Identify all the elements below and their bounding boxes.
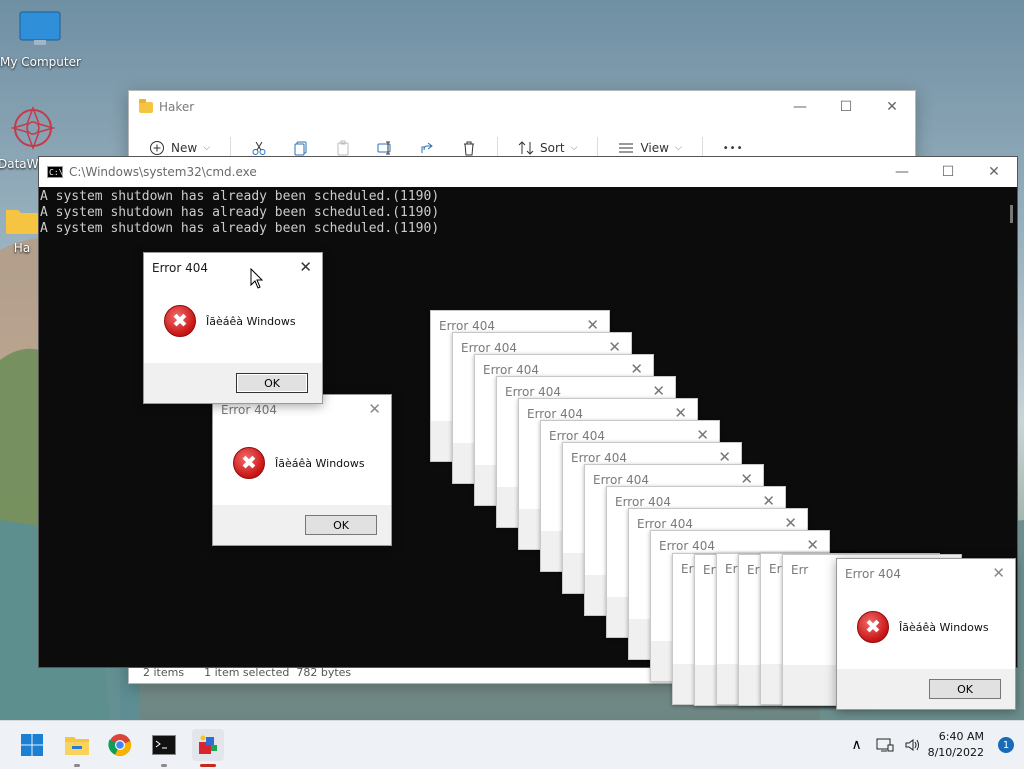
desktop-icon-my-computer[interactable]: My Computer <box>0 10 81 69</box>
notification-badge[interactable]: 1 <box>998 737 1014 753</box>
dialog-title: Error 404 <box>659 539 715 553</box>
network-icon[interactable] <box>872 737 898 753</box>
error-icon: ✖ <box>164 305 196 337</box>
dialog-message: Îãèáêà Windows <box>899 620 989 634</box>
desktop-icon-label: My Computer <box>0 55 81 69</box>
dialog-title: Error 404 <box>549 429 605 443</box>
console-line: A system shutdown has already been sched… <box>40 205 440 220</box>
console-line: A system shutdown has already been sched… <box>40 221 440 236</box>
clock-date: 8/10/2022 <box>927 746 984 759</box>
mandala-icon <box>10 105 56 151</box>
sort-icon <box>518 141 534 155</box>
dialog-title: Error 404 <box>483 363 539 377</box>
dialog-title: Error 404 <box>637 517 693 531</box>
close-button[interactable]: ✕ <box>869 91 915 123</box>
scrollbar-thumb[interactable] <box>1010 205 1013 223</box>
clock-time: 6:40 AM <box>938 730 984 743</box>
close-icon[interactable]: ✕ <box>299 258 312 276</box>
dialog-title: Error 404 <box>593 473 649 487</box>
error-dialog-active[interactable]: Error 404 ✕ ✖ Îãèáêà Windows OK <box>143 252 323 404</box>
plus-circle-icon <box>150 141 164 155</box>
view-list-icon <box>619 143 634 153</box>
folder-icon <box>139 98 153 113</box>
dialog-title: Error 404 <box>527 407 583 421</box>
more-icon: ••• <box>722 142 744 154</box>
share-icon <box>421 142 433 153</box>
minimize-button[interactable]: — <box>777 91 823 123</box>
explorer-title: Haker <box>159 100 195 114</box>
view-label: View <box>640 141 669 155</box>
terminal-icon <box>152 735 176 755</box>
taskbar-file-explorer[interactable] <box>61 729 93 767</box>
dialog-title: Error 404 <box>615 495 671 509</box>
desktop-icon-label: Ha <box>13 241 31 255</box>
close-icon[interactable]: ✕ <box>806 536 819 554</box>
scissors-icon <box>252 141 266 155</box>
paste-icon <box>337 140 349 156</box>
monitor-icon <box>19 11 61 48</box>
error-icon: ✖ <box>857 611 889 643</box>
dialog-title: Error 404 <box>439 319 495 333</box>
explorer-titlebar[interactable]: Haker — ☐ ✕ <box>129 91 915 123</box>
close-icon[interactable]: ✕ <box>992 564 1005 582</box>
terminal-icon: C:\_ <box>47 166 69 178</box>
sort-label: Sort <box>540 141 565 155</box>
rename-icon <box>377 141 391 155</box>
running-indicator <box>74 764 80 767</box>
volume-icon[interactable] <box>900 737 926 753</box>
network-monitor-icon <box>876 738 894 752</box>
dialog-title: Error 404 <box>221 403 277 417</box>
close-icon[interactable]: ✕ <box>368 400 381 418</box>
dialog-title: Error 404 <box>845 567 901 581</box>
speaker-icon <box>905 739 919 751</box>
clock[interactable]: 6:40 AM 8/10/2022 <box>928 729 984 761</box>
error-dialog[interactable]: Error 404 ✕ ✖ Îãèáêà Windows OK <box>836 558 1016 710</box>
ok-button[interactable]: OK <box>236 373 308 393</box>
maximize-button[interactable]: ☐ <box>823 91 869 123</box>
folder-icon <box>6 210 38 234</box>
start-button[interactable] <box>16 729 48 761</box>
desktop-icon-folder[interactable]: Ha <box>2 204 42 255</box>
chevron-down-icon: ⌵ <box>570 143 578 153</box>
error-icon: ✖ <box>233 447 265 479</box>
active-indicator <box>200 764 216 767</box>
chevron-down-icon: ⌵ <box>203 143 211 153</box>
minimize-button[interactable]: — <box>879 157 925 187</box>
dialog-message: Îãèáêà Windows <box>206 314 296 328</box>
running-indicator <box>161 764 167 767</box>
taskbar-active-app[interactable] <box>192 729 224 767</box>
taskbar: ∧ 6:40 AM 8/10/2022 1 <box>0 720 1024 769</box>
windows-logo-icon <box>21 734 43 756</box>
cmd-titlebar[interactable]: C:\_ C:\Windows\system32\cmd.exe — ☐ ✕ <box>39 157 1017 187</box>
close-button[interactable]: ✕ <box>971 157 1017 187</box>
copy-icon <box>294 141 307 156</box>
dialog-title: Error 404 <box>505 385 561 399</box>
trash-icon <box>464 141 475 156</box>
ok-button[interactable]: OK <box>929 679 1001 699</box>
new-label: New <box>171 141 198 155</box>
chevron-down-icon: ⌵ <box>674 143 682 153</box>
ok-button[interactable]: OK <box>305 515 377 535</box>
console-output[interactable]: A system shutdown has already been sched… <box>39 187 1017 237</box>
dialog-title: Err <box>791 563 809 577</box>
chrome-icon <box>108 734 132 756</box>
taskbar-cmd[interactable] <box>148 729 180 767</box>
chevron-up-icon[interactable]: ∧ <box>844 737 870 753</box>
cmd-title: C:\Windows\system32\cmd.exe <box>69 165 257 179</box>
dialog-message: Îãèáêà Windows <box>275 456 365 470</box>
maximize-button[interactable]: ☐ <box>925 157 971 187</box>
dialog-title: Error 404 <box>152 261 208 275</box>
console-line: A system shutdown has already been sched… <box>40 189 440 204</box>
mouse-cursor-icon <box>250 268 264 289</box>
system-tray: ∧ 6:40 AM 8/10/2022 1 <box>844 721 1024 769</box>
dialog-title: Error 404 <box>461 341 517 355</box>
app-blocks-icon <box>199 735 217 754</box>
error-dialog[interactable]: Error 404 ✕ ✖ Îãèáêà Windows OK <box>212 394 392 546</box>
taskbar-chrome[interactable] <box>104 729 136 761</box>
folder-icon <box>65 737 89 755</box>
dialog-title: Error 404 <box>571 451 627 465</box>
